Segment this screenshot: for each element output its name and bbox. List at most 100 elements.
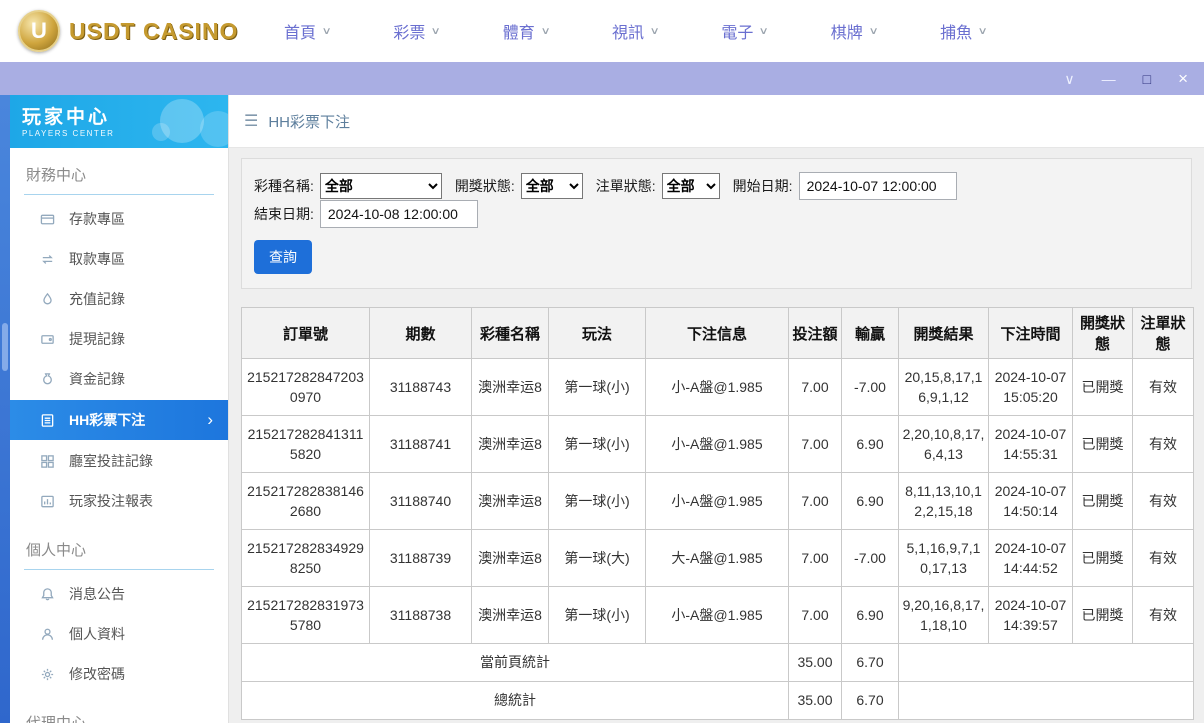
draw-status-label: 開獎狀態: (454, 178, 515, 194)
droplet-icon (39, 291, 55, 307)
page-title: HH彩票下注 (268, 113, 351, 131)
cell-bet-time: 2024-10-07 14:39:57 (988, 586, 1073, 644)
main-nav: 首頁 ∨ 彩票 ∨ 體育 ∨ 視訊 ∨ 電子 ∨ 棋牌 ∨ 捕魚 ∨ (284, 19, 988, 43)
cell-lottery-name: 澳洲幸运8 (471, 415, 549, 473)
bets-table-wrap: 訂單號 期數 彩種名稱 玩法 下注信息 投注額 輸贏 開獎結果 下注時間 開獎狀… (241, 307, 1194, 720)
cell-period: 31188738 (369, 586, 472, 644)
nav-item-sports[interactable]: 體育 ∨ (503, 19, 551, 43)
cell-order-status: 有效 (1132, 586, 1194, 644)
grand-total-amount: 35.00 (788, 681, 842, 720)
chevron-down-icon: ∨ (649, 25, 660, 37)
close-icon[interactable]: × (1178, 70, 1188, 87)
sidebar-body: 財務中心 存款專區 取款專區 充值記錄 提現記錄 資金記錄 HH彩票下注 › 廳… (10, 148, 228, 723)
lottery-name-label: 彩種名稱: (254, 178, 314, 194)
finance-menu: 存款專區 取款專區 充值記錄 提現記錄 資金記錄 HH彩票下注 › 廳室投註記錄… (10, 195, 228, 523)
cell-bet-info: 小-A盤@1.985 (645, 358, 789, 416)
sidebar-item-profile[interactable]: 個人資料 (24, 614, 214, 654)
nav-item-video[interactable]: 視訊 ∨ (612, 19, 660, 43)
cell-order-status: 有效 (1132, 529, 1194, 587)
table-row: 2152172828319735780 31188738 澳洲幸运8 第一球(小… (241, 586, 1194, 644)
bell-icon (39, 586, 55, 602)
start-date-label: 開始日期: (732, 178, 793, 194)
sidebar-item-label: 取款專區 (69, 251, 125, 267)
col-order-status: 注單狀態 (1132, 307, 1194, 359)
grand-total-winloss: 6.70 (841, 681, 899, 720)
nav-item-label: 電子 (721, 25, 754, 42)
wallet-icon (39, 331, 55, 347)
chevron-down-icon: ∨ (977, 25, 988, 37)
nav-item-boardgames[interactable]: 棋牌 ∨ (831, 19, 879, 43)
filter-group-end-date: 結束日期: (254, 200, 478, 228)
sidebar-item-label: 修改密碼 (69, 666, 125, 682)
maximize-icon[interactable]: □ (1143, 72, 1151, 86)
cell-play: 第一球(小) (548, 472, 646, 530)
filter-row: 彩種名稱: 全部 開獎狀態: 全部 注單狀態: 全部 開始日期: 2024-10… (254, 172, 1179, 228)
sidebar-item-deposit[interactable]: 存款專區 (24, 199, 214, 239)
site-header: U USDT CASINO 首頁 ∨ 彩票 ∨ 體育 ∨ 視訊 ∨ 電子 ∨ 棋牌 ∨ 捕魚… (0, 0, 1204, 62)
grid-icon (39, 453, 55, 469)
sidebar: 玩家中心 PLAYERS CENTER 財務中心 存款專區 取款專區 充值記錄 (10, 95, 228, 723)
cell-amount: 7.00 (788, 472, 842, 530)
sidebar-item-funds-record[interactable]: 資金記錄 (24, 359, 214, 399)
site-logo[interactable]: U USDT CASINO (18, 10, 240, 52)
nav-item-fishing[interactable]: 捕魚 ∨ (940, 19, 988, 43)
start-date-input[interactable] (798, 172, 957, 200)
cell-draw-status: 已開獎 (1072, 586, 1133, 644)
cell-bet-time: 2024-10-07 14:44:52 (988, 529, 1073, 587)
cell-draw-result: 20,15,8,17,16,9,1,12 (898, 358, 989, 416)
bet-list-icon (39, 412, 55, 428)
cell-play: 第一球(小) (548, 415, 646, 473)
end-date-input[interactable] (319, 200, 478, 228)
col-bet-time: 下注時間 (988, 307, 1073, 359)
page-total-label: 當前頁統計 (241, 643, 789, 682)
cell-bet-time: 2024-10-07 14:55:31 (988, 415, 1073, 473)
sidebar-item-label: 充值記錄 (69, 291, 125, 307)
minimize-icon[interactable]: — (1102, 72, 1116, 86)
sidebar-item-recharge-record[interactable]: 充值記錄 (24, 279, 214, 319)
cell-bet-info: 大-A盤@1.985 (645, 529, 789, 587)
main-content: ☰ HH彩票下注 彩種名稱: 全部 開獎狀態: 全部 注單狀態: 全部 開始日期… (228, 95, 1204, 723)
filter-group-lottery: 彩種名稱: 全部 (254, 173, 442, 199)
search-button[interactable]: 查詢 (254, 240, 312, 274)
chevron-down-icon: ∨ (868, 25, 879, 37)
cell-bet-info: 小-A盤@1.985 (645, 415, 789, 473)
nav-item-lottery[interactable]: 彩票 ∨ (393, 19, 441, 43)
cell-bet-info: 小-A盤@1.985 (645, 472, 789, 530)
sidebar-item-label: 提現記錄 (69, 331, 125, 347)
cell-amount: 7.00 (788, 415, 842, 473)
cell-draw-status: 已開獎 (1072, 415, 1133, 473)
cell-lottery-name: 澳洲幸运8 (471, 472, 549, 530)
sidebar-item-label: 玩家投注報表 (69, 493, 153, 509)
sidebar-item-withdraw[interactable]: 取款專區 (24, 239, 214, 279)
order-status-select[interactable]: 全部 (661, 173, 720, 199)
sidebar-header: 玩家中心 PLAYERS CENTER (10, 95, 228, 148)
cell-order-id: 2152172828413115820 (241, 415, 370, 473)
cell-period: 31188741 (369, 415, 472, 473)
draw-status-select[interactable]: 全部 (520, 173, 583, 199)
breadcrumb: ☰ HH彩票下注 (229, 95, 1204, 148)
hamburger-menu-icon[interactable]: ☰ (244, 111, 258, 131)
table-body: 2152172828472030970 31188743 澳洲幸运8 第一球(小… (241, 358, 1194, 644)
nav-item-electronic[interactable]: 電子 ∨ (721, 19, 769, 43)
lottery-name-select[interactable]: 全部 (319, 173, 442, 199)
nav-item-home[interactable]: 首頁 ∨ (284, 19, 332, 43)
end-date-label: 結束日期: (254, 206, 314, 222)
grand-total-row: 總統計 35.00 6.70 (241, 681, 1194, 720)
sidebar-item-player-bet-report[interactable]: 玩家投注報表 (24, 481, 214, 521)
table-summary: 當前頁統計 35.00 6.70 總統計 35.00 6.70 (241, 643, 1194, 720)
sidebar-item-change-password[interactable]: 修改密碼 (24, 654, 214, 694)
filter-group-draw-status: 開獎狀態: 全部 (455, 173, 583, 199)
sidebar-item-label: 個人資料 (69, 626, 125, 642)
cell-draw-result: 8,11,13,10,12,2,15,18 (898, 472, 989, 530)
report-chart-icon (39, 493, 55, 509)
sidebar-item-hh-lottery-bets[interactable]: HH彩票下注 › (10, 400, 228, 440)
dock-handle[interactable] (2, 323, 8, 371)
order-status-label: 注單狀態: (595, 178, 656, 194)
collapse-icon[interactable]: ∨ (1064, 72, 1074, 86)
page-total-empty (898, 643, 1194, 682)
sidebar-item-withdrawal-record[interactable]: 提現記錄 (24, 319, 214, 359)
logo-coin-icon: U (18, 10, 60, 52)
sidebar-item-room-bet-record[interactable]: 廳室投註記錄 (24, 441, 214, 481)
sidebar-item-notice[interactable]: 消息公告 (24, 574, 214, 614)
cell-draw-status: 已開獎 (1072, 358, 1133, 416)
